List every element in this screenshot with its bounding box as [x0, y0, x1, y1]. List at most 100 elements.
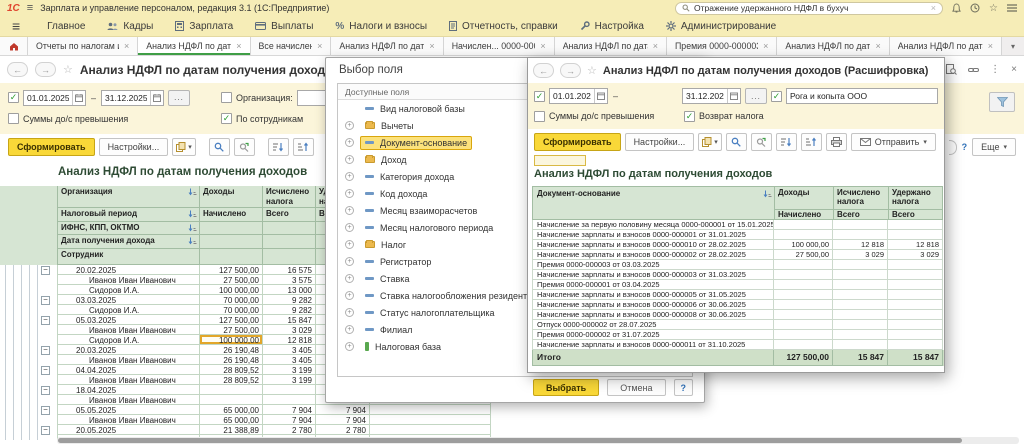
calendar-icon[interactable]: [150, 91, 163, 105]
menu-main[interactable]: Главное: [36, 16, 96, 36]
date-from-field[interactable]: [23, 90, 86, 106]
sort-desc-button[interactable]: [268, 138, 289, 156]
calendar-icon[interactable]: [72, 91, 85, 105]
calendar-icon[interactable]: [727, 89, 740, 103]
date-from-field[interactable]: [549, 88, 608, 104]
window-tab[interactable]: Отчеты по налогам и в... ×: [28, 37, 138, 55]
by-employees-checkbox[interactable]: ✓: [221, 113, 232, 124]
sections-menu-icon[interactable]: ≡: [12, 18, 20, 34]
close-tab-icon[interactable]: ×: [988, 41, 993, 51]
period-more-button[interactable]: ...: [745, 88, 767, 104]
tab-overflow-icon[interactable]: ▾: [1002, 37, 1024, 55]
close-tab-icon[interactable]: ×: [317, 41, 322, 51]
generate-button[interactable]: Сформировать: [534, 133, 621, 151]
drilldown-row[interactable]: Отпуск 0000-000002 от 28.07.2025: [532, 320, 944, 330]
expand-node-icon[interactable]: +: [345, 138, 354, 147]
window-tab[interactable]: Анализ НДФЛ по датам... ×: [138, 37, 250, 55]
drilldown-row[interactable]: Начисление зарплаты и взносов 0000-00000…: [532, 250, 944, 260]
close-tab-icon[interactable]: ×: [124, 41, 129, 51]
menu-salary[interactable]: Зарплата: [164, 16, 244, 36]
settings-button[interactable]: Настройки...: [99, 138, 169, 156]
find-button[interactable]: [726, 133, 747, 151]
favorite-star-icon[interactable]: ☆: [63, 63, 73, 76]
expand-node-icon[interactable]: +: [345, 308, 354, 317]
collapse-group-icon[interactable]: −: [41, 316, 50, 325]
org-input[interactable]: [786, 88, 938, 104]
forward-button[interactable]: →: [560, 63, 581, 78]
menu-payments[interactable]: Выплаты: [244, 16, 324, 36]
report-variants-button[interactable]: ▾: [698, 133, 722, 151]
expand-node-icon[interactable]: +: [345, 257, 354, 266]
expand-node-icon[interactable]: +: [345, 274, 354, 283]
collapse-group-icon[interactable]: −: [41, 426, 50, 435]
window-tab[interactable]: Анализ НДФЛ по датам... ×: [890, 37, 1002, 55]
favorite-star-icon[interactable]: ☆: [587, 64, 597, 77]
favorites-star-icon[interactable]: ☆: [989, 3, 998, 14]
expand-node-icon[interactable]: +: [345, 172, 354, 181]
collapse-group-icon[interactable]: −: [41, 266, 50, 275]
expand-node-icon[interactable]: +: [345, 342, 354, 351]
report-row[interactable]: − 20.05.2025 21 388,89 2 780 2 780: [0, 425, 492, 435]
home-tab[interactable]: [0, 37, 28, 55]
send-button[interactable]: Отправить▾: [851, 133, 936, 151]
window-tab[interactable]: Анализ НДФЛ по датам... ×: [777, 37, 889, 55]
kebab-menu-icon[interactable]: ⋮: [990, 64, 1000, 75]
period-more-button[interactable]: ...: [168, 90, 190, 106]
drilldown-row[interactable]: Начисление за первую половину месяца 000…: [532, 220, 944, 230]
close-tab-icon[interactable]: ×: [875, 41, 880, 51]
report-variants-button[interactable]: ▾: [172, 138, 196, 156]
date-to-field[interactable]: [682, 88, 741, 104]
tax-refund-checkbox[interactable]: ✓: [684, 111, 695, 122]
find-button[interactable]: [209, 138, 230, 156]
settings-button[interactable]: Настройки...: [625, 133, 695, 151]
excess-sums-checkbox[interactable]: ✓: [534, 111, 545, 122]
org-checkbox[interactable]: ✓: [771, 91, 782, 102]
drilldown-row[interactable]: Начисление зарплаты и взносов 0000-00001…: [532, 340, 944, 350]
collapse-group-icon[interactable]: −: [41, 366, 50, 375]
date-to-field[interactable]: [101, 90, 164, 106]
drilldown-row[interactable]: Премия 0000-000001 от 03.04.2025: [532, 280, 944, 290]
expand-node-icon[interactable]: +: [345, 155, 354, 164]
period-checkbox[interactable]: ✓: [8, 92, 19, 103]
expand-node-icon[interactable]: +: [345, 240, 354, 249]
menu-taxes[interactable]: % Налоги и взносы: [324, 16, 438, 36]
notifications-bell-icon[interactable]: [952, 3, 961, 13]
link-icon[interactable]: [968, 65, 979, 75]
close-tab-icon[interactable]: ×: [540, 41, 545, 51]
find-in-page-icon[interactable]: [946, 64, 957, 75]
history-clock-icon[interactable]: [970, 3, 980, 13]
window-tab[interactable]: Начислен... 0000-000004 ×: [444, 37, 555, 55]
sort-asc-button[interactable]: [293, 138, 314, 156]
report-row[interactable]: − Иванов Иван Иванович 65 000,00 7 904 7…: [0, 415, 492, 425]
expand-node-icon[interactable]: +: [345, 325, 354, 334]
expand-node-icon[interactable]: +: [345, 223, 354, 232]
help-button[interactable]: ?: [962, 142, 968, 152]
cancel-button[interactable]: Отмена: [607, 379, 665, 396]
back-button[interactable]: ←: [7, 62, 28, 77]
org-checkbox[interactable]: ✓: [221, 92, 232, 103]
period-checkbox[interactable]: ✓: [534, 91, 545, 102]
window-tab[interactable]: Все начисления ×: [251, 37, 332, 55]
filter-funnel-button[interactable]: [989, 92, 1015, 112]
sort-desc-button[interactable]: [776, 133, 797, 151]
select-button[interactable]: Выбрать: [533, 379, 599, 396]
close-tab-icon[interactable]: ×: [236, 41, 241, 51]
collapse-group-icon[interactable]: −: [41, 386, 50, 395]
drilldown-anchor-cell[interactable]: [534, 155, 586, 166]
more-button[interactable]: Еще▾: [972, 138, 1016, 156]
refresh-search-button[interactable]: [234, 138, 255, 156]
expand-node-icon[interactable]: +: [345, 189, 354, 198]
drilldown-row[interactable]: Начисление зарплаты и взносов 0000-00000…: [532, 270, 944, 280]
expand-node-icon[interactable]: +: [345, 121, 354, 130]
search-input[interactable]: [694, 3, 927, 13]
menu-reports[interactable]: Отчетность, справки: [438, 16, 569, 36]
drilldown-row[interactable]: Премия 0000-000002 от 31.07.2025: [532, 330, 944, 340]
horizontal-scrollbar[interactable]: [57, 437, 1019, 444]
close-tab-icon[interactable]: ×: [763, 41, 768, 51]
expand-node-icon[interactable]: +: [345, 291, 354, 300]
collapse-group-icon[interactable]: −: [41, 406, 50, 415]
close-window-icon[interactable]: ×: [1011, 64, 1017, 75]
excess-sums-checkbox[interactable]: ✓: [8, 113, 19, 124]
collapse-group-icon[interactable]: −: [41, 346, 50, 355]
menu-administration[interactable]: Администрирование: [655, 16, 787, 36]
